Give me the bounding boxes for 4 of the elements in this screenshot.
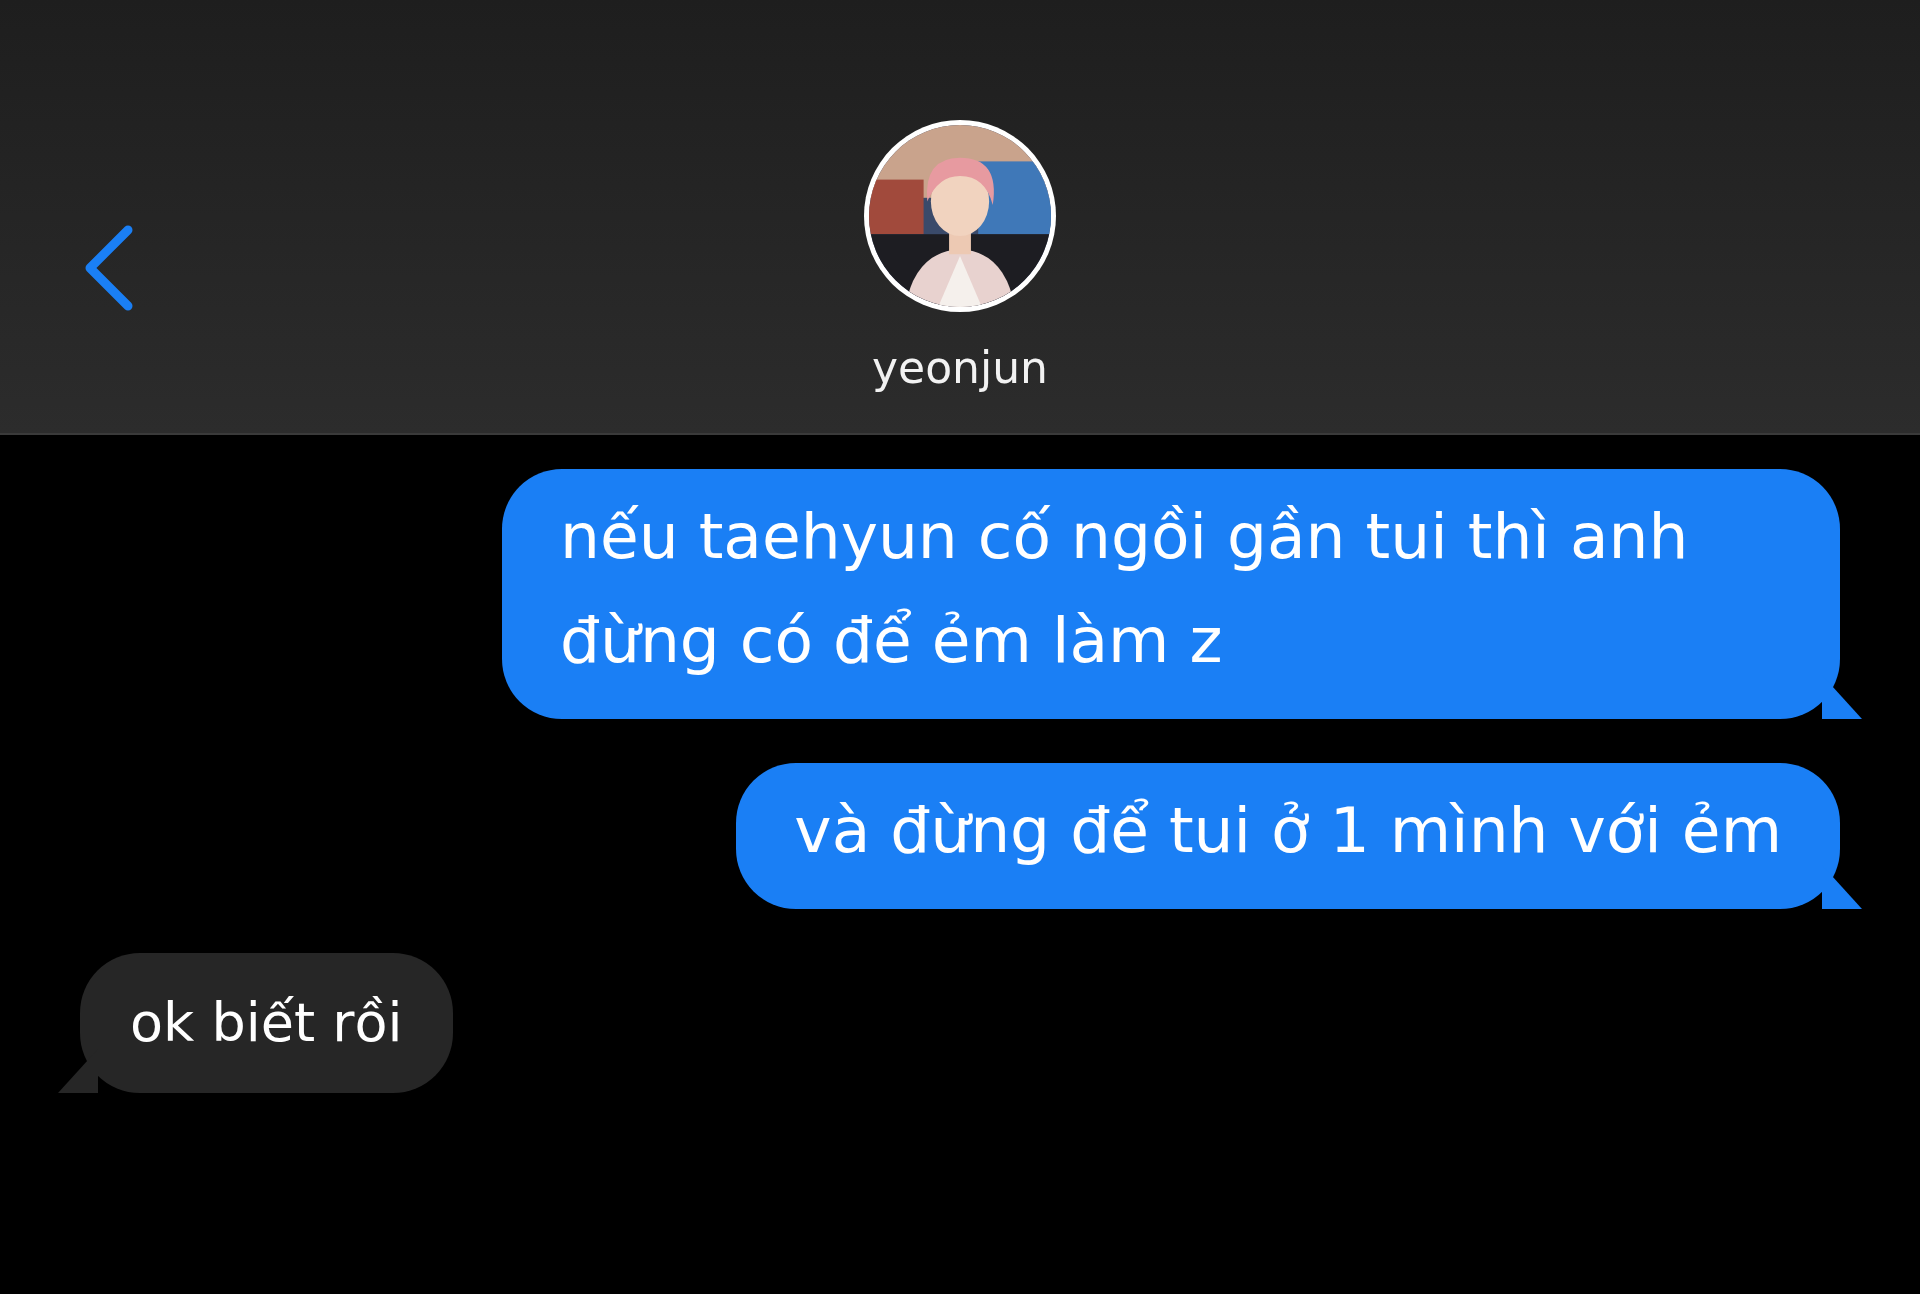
- sent-message: nếu taehyun cố ngồi gần tui thì anh đừng có để ẻm làm z: [502, 469, 1862, 719]
- received-message: ok biết rồi: [58, 953, 453, 1093]
- sent-message: và đừng để tui ở 1 mình với ẻm: [736, 763, 1862, 909]
- contact-name: yeonjun: [872, 342, 1048, 393]
